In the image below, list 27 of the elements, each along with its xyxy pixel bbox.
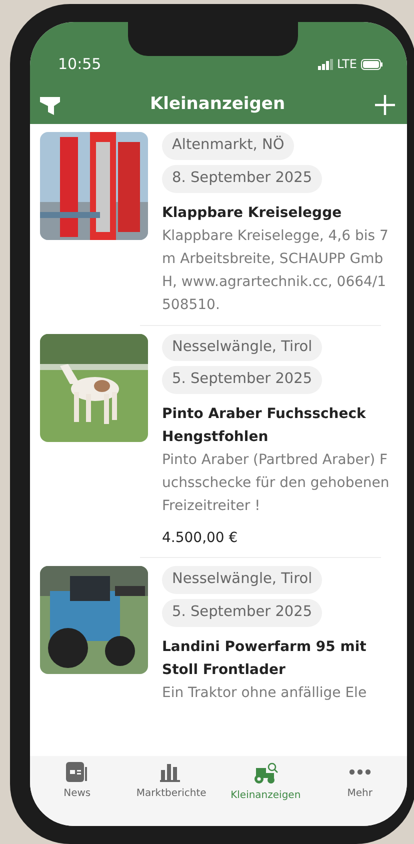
date-tag: 5. September 2025 [162, 598, 322, 626]
listing-description: Pinto Araber (Partbred Araber) Fuchsschecke für den gehobenen Freizeitreiter ! [162, 451, 390, 516]
location-tag: Nesselwängle, Tirol [162, 566, 322, 594]
listing-title[interactable]: Klappbare Kreiselegge [162, 202, 391, 224]
status-time: 10:55 [58, 54, 102, 75]
location-tag: Nesselwängle, Tirol [162, 334, 322, 362]
page-title: Kleinanzeigen [150, 93, 286, 116]
listing-title[interactable]: Pinto Araber Fuchsscheck Hengstfohlen [162, 403, 391, 449]
tab-item[interactable]: News [30, 762, 124, 826]
listing-description: Ein Traktor ohne anfällige Ele [162, 684, 368, 702]
add-icon[interactable] [375, 95, 395, 115]
tab-item[interactable]: Marktberichte [124, 762, 218, 826]
filter-icon[interactable] [40, 95, 60, 115]
listing-title[interactable]: Landini Powerfarm 95 mit Stoll Frontlader [162, 636, 391, 682]
tab-item[interactable]: Mehr [312, 762, 407, 826]
date-tag: 8. September 2025 [162, 164, 322, 192]
bar-chart-icon [160, 762, 182, 782]
tab-item[interactable]: Kleinanzeigen [218, 762, 313, 826]
network-label: LTE [337, 56, 357, 73]
location-tag: Altenmarkt, NÖ [162, 132, 294, 160]
battery-icon [361, 58, 383, 70]
listing-description: Klappbare Kreiselegge, 4,6 bis 7 m Arbeitsbreite, SCHAUPP GmbH, www.agrartechnik.cc, 0664/1508510. [162, 226, 390, 314]
signal-icon [318, 58, 334, 70]
newspaper-icon [66, 762, 88, 782]
tractor-icon [252, 762, 279, 784]
listing-price: 4.500,00 € [162, 529, 239, 548]
date-tag: 5. September 2025 [162, 366, 322, 394]
